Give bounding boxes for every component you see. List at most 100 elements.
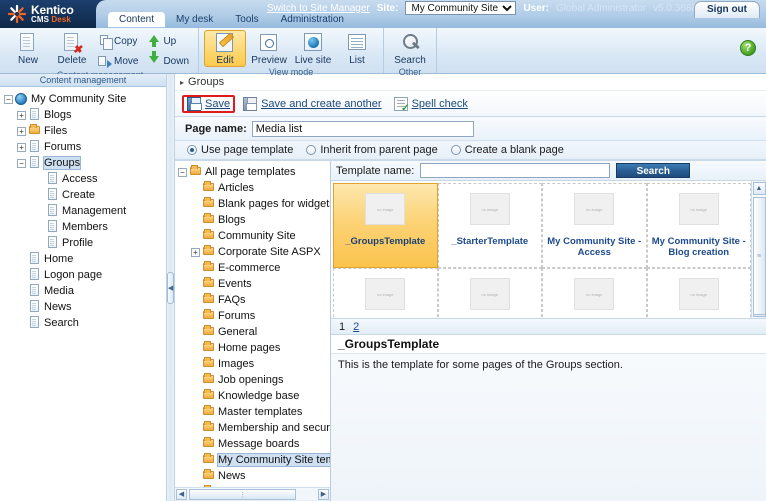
radio-indicator[interactable] bbox=[450, 145, 461, 155]
tree-node-forums[interactable]: + Forums bbox=[4, 139, 166, 155]
site-select[interactable]: My Community Site bbox=[405, 1, 517, 15]
template-name-input[interactable] bbox=[420, 163, 611, 178]
live-site-button[interactable]: Live site bbox=[292, 30, 334, 67]
template-card[interactable]: no image _GroupsTemplate bbox=[333, 183, 438, 268]
tpl-node-forums[interactable]: Forums bbox=[178, 308, 330, 324]
template-card[interactable]: no image My Community Site - Blog creati… bbox=[646, 183, 751, 268]
move-down-button[interactable]: Down bbox=[144, 51, 193, 70]
search-button[interactable]: Search bbox=[389, 30, 431, 67]
radio-inherit-from-parent-page[interactable]: Inherit from parent page bbox=[306, 144, 438, 156]
page-name-input[interactable] bbox=[251, 120, 474, 137]
tree-toggle-icon[interactable]: − bbox=[17, 158, 26, 168]
template-category-tree[interactable]: − All page templates Articles Blank page… bbox=[175, 161, 330, 487]
tpl-node-home-pages[interactable]: Home pages bbox=[178, 340, 330, 356]
template-card[interactable]: no image My Community Site - Blogs bbox=[542, 268, 647, 318]
scroll-up-arrow-icon[interactable]: ▲ bbox=[752, 182, 766, 195]
tree-node-media[interactable]: Media bbox=[4, 283, 166, 299]
tree-node-files[interactable]: + Files bbox=[4, 123, 166, 139]
spell-check-button[interactable]: Spell check bbox=[390, 95, 472, 114]
tree-node-label: Message boards bbox=[218, 438, 300, 450]
radio-indicator[interactable] bbox=[187, 145, 197, 155]
scrollbar-thumb[interactable]: ⋮ bbox=[189, 489, 297, 500]
tree-node-profile[interactable]: Profile bbox=[4, 235, 166, 251]
tree-node-members[interactable]: Members bbox=[4, 219, 166, 235]
tpl-node-master-templates[interactable]: Master templates bbox=[178, 404, 330, 420]
tpl-node-blank-pages-for-widgets[interactable]: Blank pages for widgets bbox=[178, 196, 330, 212]
template-search-button[interactable]: Search bbox=[616, 163, 691, 178]
new-button[interactable]: New bbox=[7, 30, 49, 67]
edit-button[interactable]: Edit bbox=[204, 30, 247, 67]
move-button[interactable]: Move bbox=[95, 52, 142, 70]
template-tree-horizontal-scrollbar[interactable]: ◀ ⋮ ▶ bbox=[175, 487, 330, 501]
content-tree[interactable]: − My Community Site + Blogs + Files + Fo… bbox=[0, 87, 166, 501]
copy-button[interactable]: Copy bbox=[95, 32, 142, 50]
radio-indicator[interactable] bbox=[306, 145, 317, 155]
tab-tools[interactable]: Tools bbox=[224, 12, 269, 28]
save-and-create-another-button[interactable]: Save and create another bbox=[239, 95, 385, 113]
tpl-node-e-commerce[interactable]: E-commerce bbox=[178, 260, 330, 276]
tree-node-search[interactable]: Search bbox=[4, 315, 166, 331]
page-2[interactable]: 2 bbox=[353, 321, 359, 333]
tpl-node-community-site[interactable]: Community Site bbox=[178, 228, 330, 244]
tree-node-my-community-site[interactable]: − My Community Site bbox=[4, 91, 166, 107]
template-card[interactable]: no image My Community Site - Access bbox=[542, 183, 647, 268]
scrollbar-track[interactable]: ⋮ bbox=[187, 489, 318, 500]
tree-node-access[interactable]: Access bbox=[4, 171, 166, 187]
tree-node-home[interactable]: Home bbox=[4, 251, 166, 267]
tree-toggle-icon[interactable]: − bbox=[178, 167, 187, 177]
page-1[interactable]: 1 bbox=[339, 321, 345, 333]
tree-toggle-icon[interactable]: − bbox=[4, 94, 13, 104]
tree-toggle-icon[interactable]: + bbox=[17, 110, 26, 120]
move-up-button[interactable]: Up bbox=[144, 32, 193, 50]
sign-out-button[interactable]: Sign out bbox=[694, 1, 760, 18]
tree-toggle-icon[interactable]: + bbox=[191, 247, 200, 257]
scroll-left-arrow-icon[interactable]: ◀ bbox=[176, 489, 187, 500]
tpl-node-events[interactable]: Events bbox=[178, 276, 330, 292]
help-icon[interactable]: ? bbox=[740, 40, 756, 56]
tree-node-logon-page[interactable]: Logon page bbox=[4, 267, 166, 283]
tab-my-desk[interactable]: My desk bbox=[165, 12, 224, 28]
panel-splitter[interactable]: ◀ bbox=[166, 74, 175, 501]
radio-create-blank-page[interactable]: Create a blank page bbox=[450, 144, 564, 156]
content-tree-header: Content management bbox=[0, 74, 166, 87]
tpl-node-membership-and-security[interactable]: Membership and security bbox=[178, 420, 330, 436]
template-card[interactable]: no image My Community Site - Forum searc… bbox=[646, 268, 751, 318]
tree-node-blogs[interactable]: + Blogs bbox=[4, 107, 166, 123]
tpl-node-articles[interactable]: Articles bbox=[178, 180, 330, 196]
tpl-node-blogs[interactable]: Blogs bbox=[178, 212, 330, 228]
tree-node-news[interactable]: News bbox=[4, 299, 166, 315]
tpl-node-general[interactable]: General bbox=[178, 324, 330, 340]
template-card[interactable]: no image My Community Site - Blog posts bbox=[437, 268, 542, 318]
tpl-node-message-boards[interactable]: Message boards bbox=[178, 436, 330, 452]
tree-node-create[interactable]: Create bbox=[4, 187, 166, 203]
delete-button[interactable]: ✖ Delete bbox=[51, 30, 93, 67]
folder-icon bbox=[202, 181, 215, 195]
splitter-collapse-handle[interactable]: ◀ bbox=[167, 271, 174, 304]
template-card[interactable]: no image _StarterTemplate bbox=[437, 183, 542, 268]
tpl-node-images[interactable]: Images bbox=[178, 356, 330, 372]
tpl-node-all-page-templates[interactable]: − All page templates bbox=[178, 164, 330, 180]
search-button-label: Search bbox=[394, 55, 426, 66]
tpl-node-faqs[interactable]: FAQs bbox=[178, 292, 330, 308]
list-button[interactable]: List bbox=[336, 30, 378, 67]
tree-toggle-icon[interactable]: + bbox=[17, 126, 26, 136]
scrollbar-track[interactable]: ≡ bbox=[752, 195, 766, 315]
scrollbar-thumb[interactable]: ≡ bbox=[752, 197, 766, 315]
tree-node-label: All page templates bbox=[205, 166, 296, 178]
tpl-node-news[interactable]: News bbox=[178, 468, 330, 484]
tpl-node-corporate-site-aspx[interactable]: + Corporate Site ASPX bbox=[178, 244, 330, 260]
tpl-node-my-community-site-templates[interactable]: My Community Site templates bbox=[178, 452, 330, 468]
tpl-node-knowledge-base[interactable]: Knowledge base bbox=[178, 388, 330, 404]
radio-use-page-template[interactable]: Use page template bbox=[187, 144, 293, 156]
tab-content[interactable]: Content bbox=[108, 12, 166, 28]
template-grid-vertical-scrollbar[interactable]: ▲ ≡ ▼ bbox=[751, 181, 766, 318]
tpl-node-job-openings[interactable]: Job openings bbox=[178, 372, 330, 388]
template-card[interactable]: no image My Community Site - Blog list bbox=[333, 268, 438, 318]
scroll-right-arrow-icon[interactable]: ▶ bbox=[318, 489, 329, 500]
switch-to-site-manager-link[interactable]: Switch to Site Manager bbox=[267, 3, 370, 14]
tree-toggle-icon[interactable]: + bbox=[17, 142, 26, 152]
tree-node-management[interactable]: Management bbox=[4, 203, 166, 219]
save-button[interactable]: Save bbox=[182, 94, 236, 113]
tree-node-groups[interactable]: − Groups bbox=[4, 155, 166, 171]
preview-button[interactable]: Preview bbox=[248, 30, 290, 67]
